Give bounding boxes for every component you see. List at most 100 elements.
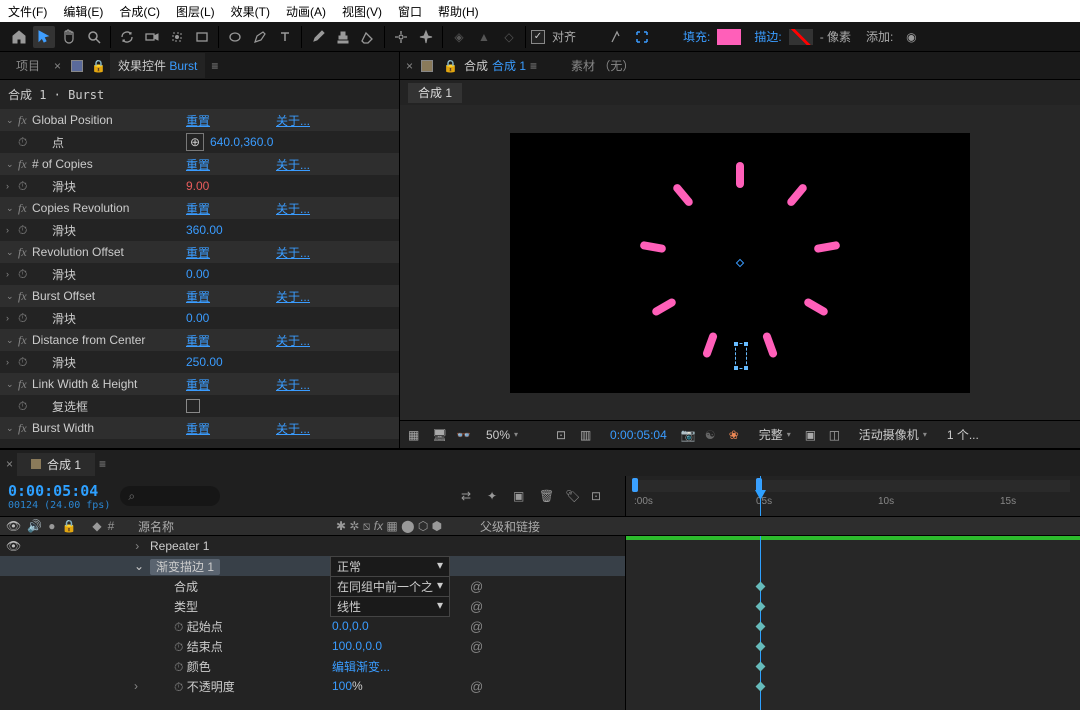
keyframe[interactable] [756, 602, 766, 612]
channel-icon[interactable]: ☯ [705, 428, 721, 442]
keyframe[interactable] [756, 622, 766, 632]
menu-view[interactable]: 视图(V) [338, 1, 386, 22]
fx-header[interactable]: ⌄fxBurst Width重置关于... [0, 417, 399, 439]
fx-property[interactable]: ›⏱滑块0.00 [0, 307, 399, 329]
stroke-label[interactable]: 描边: [754, 28, 781, 45]
color-value[interactable]: 编辑渐变... [330, 660, 390, 674]
workarea-start[interactable] [632, 478, 638, 492]
menu-edit[interactable]: 编辑(E) [59, 1, 107, 22]
region-icon[interactable]: ⊡ [556, 428, 572, 442]
layer-row-type[interactable]: 类型 线性▾ @ [0, 596, 625, 616]
eye-column-icon[interactable]: 👁 [6, 519, 21, 533]
add-icon[interactable]: ◉ [900, 26, 922, 48]
view-icon2[interactable]: ◫ [829, 428, 845, 442]
fill-label[interactable]: 填充: [683, 28, 710, 45]
pickwhip-icon[interactable]: @ [464, 679, 483, 694]
fx-header[interactable]: ⌄fxRevolution Offset重置关于... [0, 241, 399, 263]
label-column-icon[interactable]: ◆ [92, 519, 101, 533]
solo-column-icon[interactable]: ● [48, 519, 55, 533]
timeline-tracks[interactable] [625, 536, 1080, 710]
fx-header[interactable]: ⌄fxLink Width & Height重置关于... [0, 373, 399, 395]
menu-anim[interactable]: 动画(A) [282, 1, 330, 22]
fx-header[interactable]: ⌄fxBurst Offset重置关于... [0, 285, 399, 307]
keyframe[interactable] [756, 682, 766, 692]
text-tool[interactable] [274, 26, 296, 48]
switches-column[interactable]: ✱ ✲ ⧅ fx ▦ ⬤ ⬡ ⬢ [332, 519, 472, 534]
layer-row-gradient[interactable]: ⌄ 渐变描边 1 正常▾ [0, 556, 625, 576]
tl-tool-6[interactable]: ⊡ [591, 489, 607, 503]
panel-menu-icon[interactable]: ≡ [211, 59, 218, 73]
close-icon[interactable]: × [406, 59, 413, 73]
hand-tool[interactable] [58, 26, 80, 48]
fx-header[interactable]: ⌄fx# of Copies重置关于... [0, 153, 399, 175]
fx-header[interactable]: ⌄fxGlobal Position重置关于... [0, 109, 399, 131]
stroke-px[interactable]: - 像素 [820, 28, 851, 45]
selection-box[interactable] [735, 343, 747, 369]
fx-property[interactable]: ⏱复选框 [0, 395, 399, 417]
tl-tool-4[interactable]: 🗑 [539, 489, 555, 503]
zoom-tool[interactable] [83, 26, 105, 48]
transparency-icon[interactable]: ▥ [580, 428, 596, 442]
views-dropdown[interactable]: 1 个... [941, 425, 985, 444]
layer-bar[interactable] [626, 536, 1080, 540]
fx-property[interactable]: ⏱点⊕640.0,360.0 [0, 131, 399, 153]
composition-viewer[interactable] [400, 105, 1080, 420]
color-icon[interactable]: ❀ [729, 428, 745, 442]
tl-tool-3[interactable]: ▣ [513, 489, 529, 503]
keyframe[interactable] [756, 642, 766, 652]
pickwhip-icon[interactable]: @ [464, 599, 483, 614]
start-value[interactable]: 0.0,0.0 [330, 619, 369, 633]
time-ruler[interactable]: :00s 05s 10s 15s [625, 476, 1080, 516]
layer-row-composite[interactable]: 合成 在同组中前一个之▾ @ [0, 576, 625, 596]
layer-row-color[interactable]: ⏱ 颜色 编辑渐变... [0, 656, 625, 676]
timecode[interactable]: 0:00:05:04 [8, 482, 110, 500]
fx-property[interactable]: ›⏱滑块360.00 [0, 219, 399, 241]
fx-property[interactable]: ›⏱滑块9.00 [0, 175, 399, 197]
panel-menu-icon[interactable]: ≡ [530, 59, 537, 73]
add-label[interactable]: 添加: [866, 28, 893, 45]
tl-tool-1[interactable]: ⇄ [461, 489, 477, 503]
layer-row-repeater[interactable]: 👁› Repeater 1 [0, 536, 625, 556]
menu-effect[interactable]: 效果(T) [227, 1, 274, 22]
zoom-dropdown[interactable]: 50%▾ [480, 427, 524, 443]
pickwhip-icon[interactable]: @ [464, 639, 483, 654]
rect-tool[interactable] [191, 26, 213, 48]
opacity-value[interactable]: 100 [330, 679, 352, 693]
fill-swatch[interactable] [717, 29, 741, 45]
ellipse-tool[interactable] [224, 26, 246, 48]
snapshot-icon[interactable]: 📷 [681, 428, 697, 442]
project-tab[interactable]: 项目 [8, 53, 48, 78]
comp-sub-tab[interactable]: 合成 1 [408, 83, 462, 103]
grid-icon[interactable]: ▦ [408, 428, 424, 442]
snap-icon[interactable] [606, 26, 628, 48]
audio-column-icon[interactable]: 🔊 [27, 519, 42, 533]
panel-menu-icon[interactable]: ≡ [99, 457, 106, 471]
layer-row-opacity[interactable]: › ⏱ 不透明度 100% @ [0, 676, 625, 696]
home-icon[interactable] [8, 26, 30, 48]
fx-controls-tab[interactable]: 效果控件 Burst [110, 53, 205, 78]
close-tab-icon[interactable]: × [54, 59, 61, 73]
fx-header[interactable]: ⌄fxCopies Revolution重置关于... [0, 197, 399, 219]
stamp-tool[interactable] [332, 26, 354, 48]
pickwhip-icon[interactable]: @ [464, 619, 483, 634]
stroke-swatch[interactable] [789, 29, 813, 45]
composite-dropdown[interactable]: 在同组中前一个之▾ [330, 576, 450, 597]
monitor-icon[interactable]: 🖥 [432, 428, 448, 442]
parent-column[interactable]: 父级和链接 [472, 518, 540, 535]
keyframe[interactable] [756, 662, 766, 672]
footage-tab[interactable]: 素材 （无） [571, 57, 634, 74]
menu-window[interactable]: 窗口 [394, 1, 426, 22]
search-input[interactable] [120, 486, 220, 506]
fx-header[interactable]: ⌄fxDistance from Center重置关于... [0, 329, 399, 351]
canvas[interactable] [510, 133, 970, 393]
eraser-tool[interactable] [357, 26, 379, 48]
comp-name[interactable]: 合成 1 [492, 57, 526, 74]
fx-property[interactable]: ›⏱滑块0.00 [0, 263, 399, 285]
bounds-icon[interactable] [631, 26, 653, 48]
selection-tool[interactable] [33, 26, 55, 48]
pickwhip-icon[interactable]: @ [464, 579, 483, 594]
puppet-tool[interactable] [415, 26, 437, 48]
menu-file[interactable]: 文件(F) [4, 1, 51, 22]
timeline-tab[interactable]: 合成 1 [17, 453, 95, 476]
blend-mode-dropdown[interactable]: 正常▾ [330, 556, 450, 577]
